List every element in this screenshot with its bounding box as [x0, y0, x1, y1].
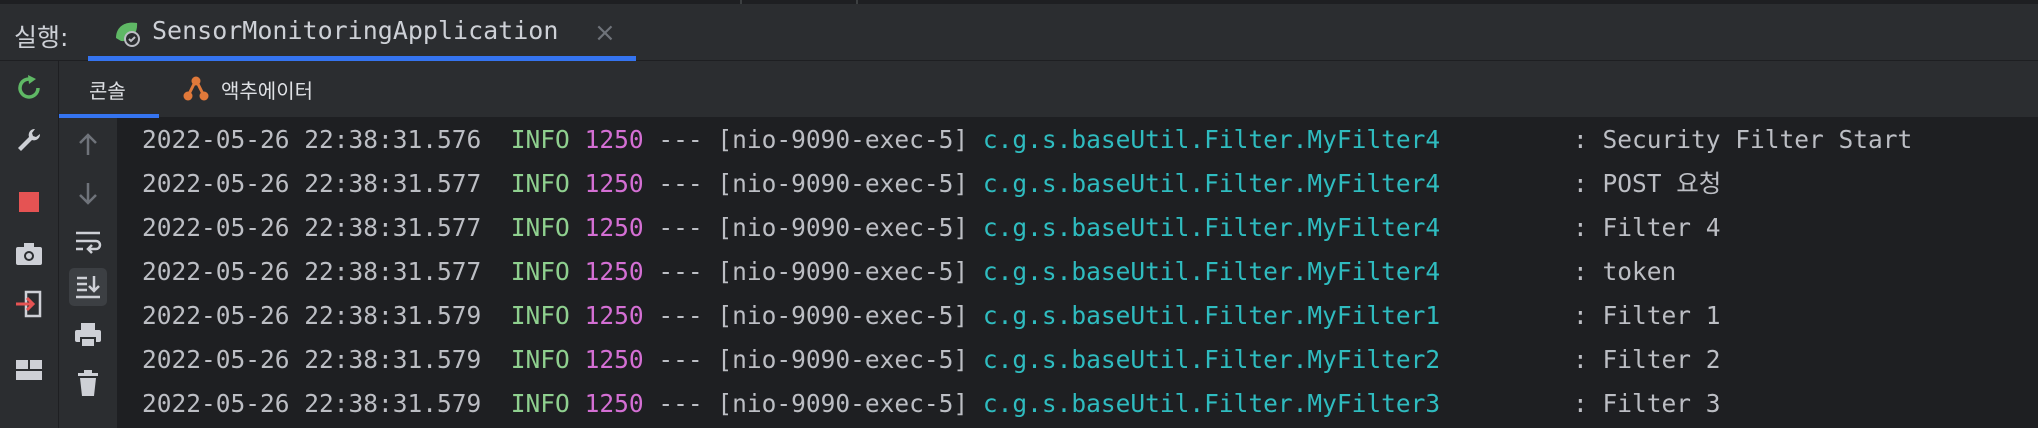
- soft-wrap-icon: [76, 231, 102, 254]
- log-timestamp: 2022-05-26 22:38:31.577: [142, 213, 482, 242]
- log-message: : Filter 1: [1572, 301, 1721, 330]
- log-message: : Filter 2: [1572, 345, 1721, 374]
- next-occurrence-button[interactable]: [69, 174, 107, 212]
- tab-console-label: 콘솔: [89, 78, 126, 103]
- previous-occurrence-button[interactable]: [69, 126, 107, 164]
- wrench-icon: [18, 128, 41, 151]
- log-line: 2022-05-26 22:38:31.577 INFO 1250 --- [n…: [142, 206, 1720, 250]
- tab-actuator-label: 액추에이터: [221, 78, 313, 103]
- spring-boot-icon: [116, 22, 140, 47]
- log-level: INFO: [510, 389, 570, 418]
- run-config-tab[interactable]: SensorMonitoringApplication ×: [88, 4, 636, 61]
- log-logger[interactable]: c.g.s.baseUtil.Filter.MyFilter4: [983, 125, 1440, 154]
- log-thread: [nio-9090-exec-5]: [717, 213, 969, 242]
- soft-wrap-button[interactable]: [69, 222, 107, 260]
- log-level: INFO: [510, 213, 570, 242]
- log-separator: ---: [658, 213, 703, 242]
- log-level: INFO: [510, 301, 570, 330]
- stop-icon: [19, 192, 39, 212]
- log-level: INFO: [510, 257, 570, 286]
- log-pid: 1250: [584, 257, 644, 286]
- dump-threads-button[interactable]: [12, 237, 46, 271]
- camera-icon: [16, 243, 42, 265]
- log-logger[interactable]: c.g.s.baseUtil.Filter.MyFilter4: [983, 257, 1440, 286]
- log-separator: ---: [658, 389, 703, 418]
- log-message: : POST 요청: [1572, 169, 1722, 198]
- log-separator: ---: [658, 257, 703, 286]
- tab-console[interactable]: 콘솔: [59, 61, 159, 118]
- log-logger[interactable]: c.g.s.baseUtil.Filter.MyFilter2: [983, 345, 1440, 374]
- close-icon[interactable]: ×: [594, 18, 616, 48]
- log-separator: ---: [658, 169, 703, 198]
- log-logger[interactable]: c.g.s.baseUtil.Filter.MyFilter4: [983, 169, 1440, 198]
- log-message: : Filter 4: [1572, 213, 1721, 242]
- settings-button[interactable]: [12, 123, 46, 157]
- log-logger[interactable]: c.g.s.baseUtil.Filter.MyFilter1: [983, 301, 1440, 330]
- log-thread: [nio-9090-exec-5]: [717, 169, 969, 198]
- log-level: INFO: [510, 125, 570, 154]
- log-line: 2022-05-26 22:38:31.579 INFO 1250 --- [n…: [142, 382, 1720, 426]
- run-tool-header: 실행: SensorMonitoringApplication ×: [0, 4, 2038, 61]
- log-pid: 1250: [584, 213, 644, 242]
- log-thread: [nio-9090-exec-5]: [717, 389, 969, 418]
- log-line: 2022-05-26 22:38:31.579 INFO 1250 --- [n…: [142, 338, 1720, 382]
- run-label: 실행:: [14, 23, 69, 52]
- log-timestamp: 2022-05-26 22:38:31.576: [142, 125, 482, 154]
- stop-button[interactable]: [12, 185, 46, 219]
- log-pid: 1250: [584, 345, 644, 374]
- log-separator: ---: [658, 125, 703, 154]
- log-line: 2022-05-26 22:38:31.577 INFO 1250 --- [n…: [142, 250, 1676, 294]
- rerun-icon: [18, 75, 40, 99]
- log-separator: ---: [658, 301, 703, 330]
- log-level: INFO: [510, 169, 570, 198]
- log-timestamp: 2022-05-26 22:38:31.579: [142, 301, 482, 330]
- restore-layout-button[interactable]: [12, 287, 46, 321]
- print-icon: [75, 323, 101, 348]
- tab-actuator[interactable]: 액추에이터: [179, 61, 379, 117]
- print-button[interactable]: [69, 316, 107, 354]
- log-thread: [nio-9090-exec-5]: [717, 345, 969, 374]
- console-gutter: [59, 118, 118, 428]
- log-level: INFO: [510, 345, 570, 374]
- log-timestamp: 2022-05-26 22:38:31.577: [142, 169, 482, 198]
- log-timestamp: 2022-05-26 22:38:31.579: [142, 345, 482, 374]
- log-line: 2022-05-26 22:38:31.576 INFO 1250 --- [n…: [142, 118, 1912, 162]
- arrow-up-icon: [79, 133, 97, 155]
- log-line: 2022-05-26 22:38:31.579 INFO 1250 --- [n…: [142, 294, 1720, 338]
- clear-all-button[interactable]: [69, 364, 107, 402]
- log-timestamp: 2022-05-26 22:38:31.579: [142, 389, 482, 418]
- login-icon: [16, 290, 42, 318]
- layout-icon: [16, 360, 42, 380]
- log-pid: 1250: [584, 125, 644, 154]
- console-tabs-bar: 콘솔 액추에이터: [59, 61, 2038, 118]
- log-line: 2022-05-26 22:38:31.577 INFO 1250 --- [n…: [142, 162, 1721, 206]
- scroll-to-end-button[interactable]: [69, 268, 107, 306]
- log-thread: [nio-9090-exec-5]: [717, 301, 969, 330]
- log-message: : token: [1572, 257, 1677, 286]
- log-separator: ---: [658, 345, 703, 374]
- log-message: : Filter 3: [1572, 389, 1721, 418]
- log-pid: 1250: [584, 169, 644, 198]
- log-pid: 1250: [584, 389, 644, 418]
- left-toolbar: [0, 61, 59, 428]
- log-pid: 1250: [584, 301, 644, 330]
- log-timestamp: 2022-05-26 22:38:31.577: [142, 257, 482, 286]
- rerun-button[interactable]: [12, 71, 46, 105]
- log-message: : Security Filter Start: [1572, 125, 1913, 154]
- log-logger[interactable]: c.g.s.baseUtil.Filter.MyFilter4: [983, 213, 1440, 242]
- trash-icon: [78, 370, 98, 396]
- log-thread: [nio-9090-exec-5]: [717, 125, 969, 154]
- layout-button[interactable]: [12, 353, 46, 387]
- log-thread: [nio-9090-exec-5]: [717, 257, 969, 286]
- log-logger[interactable]: c.g.s.baseUtil.Filter.MyFilter3: [983, 389, 1440, 418]
- console-output[interactable]: 2022-05-26 22:38:31.576 INFO 1250 --- [n…: [118, 118, 2038, 428]
- scroll-to-end-icon: [76, 276, 100, 299]
- arrow-down-icon: [79, 183, 97, 205]
- run-config-title: SensorMonitoringApplication: [152, 16, 559, 45]
- actuator-icon: [183, 76, 209, 101]
